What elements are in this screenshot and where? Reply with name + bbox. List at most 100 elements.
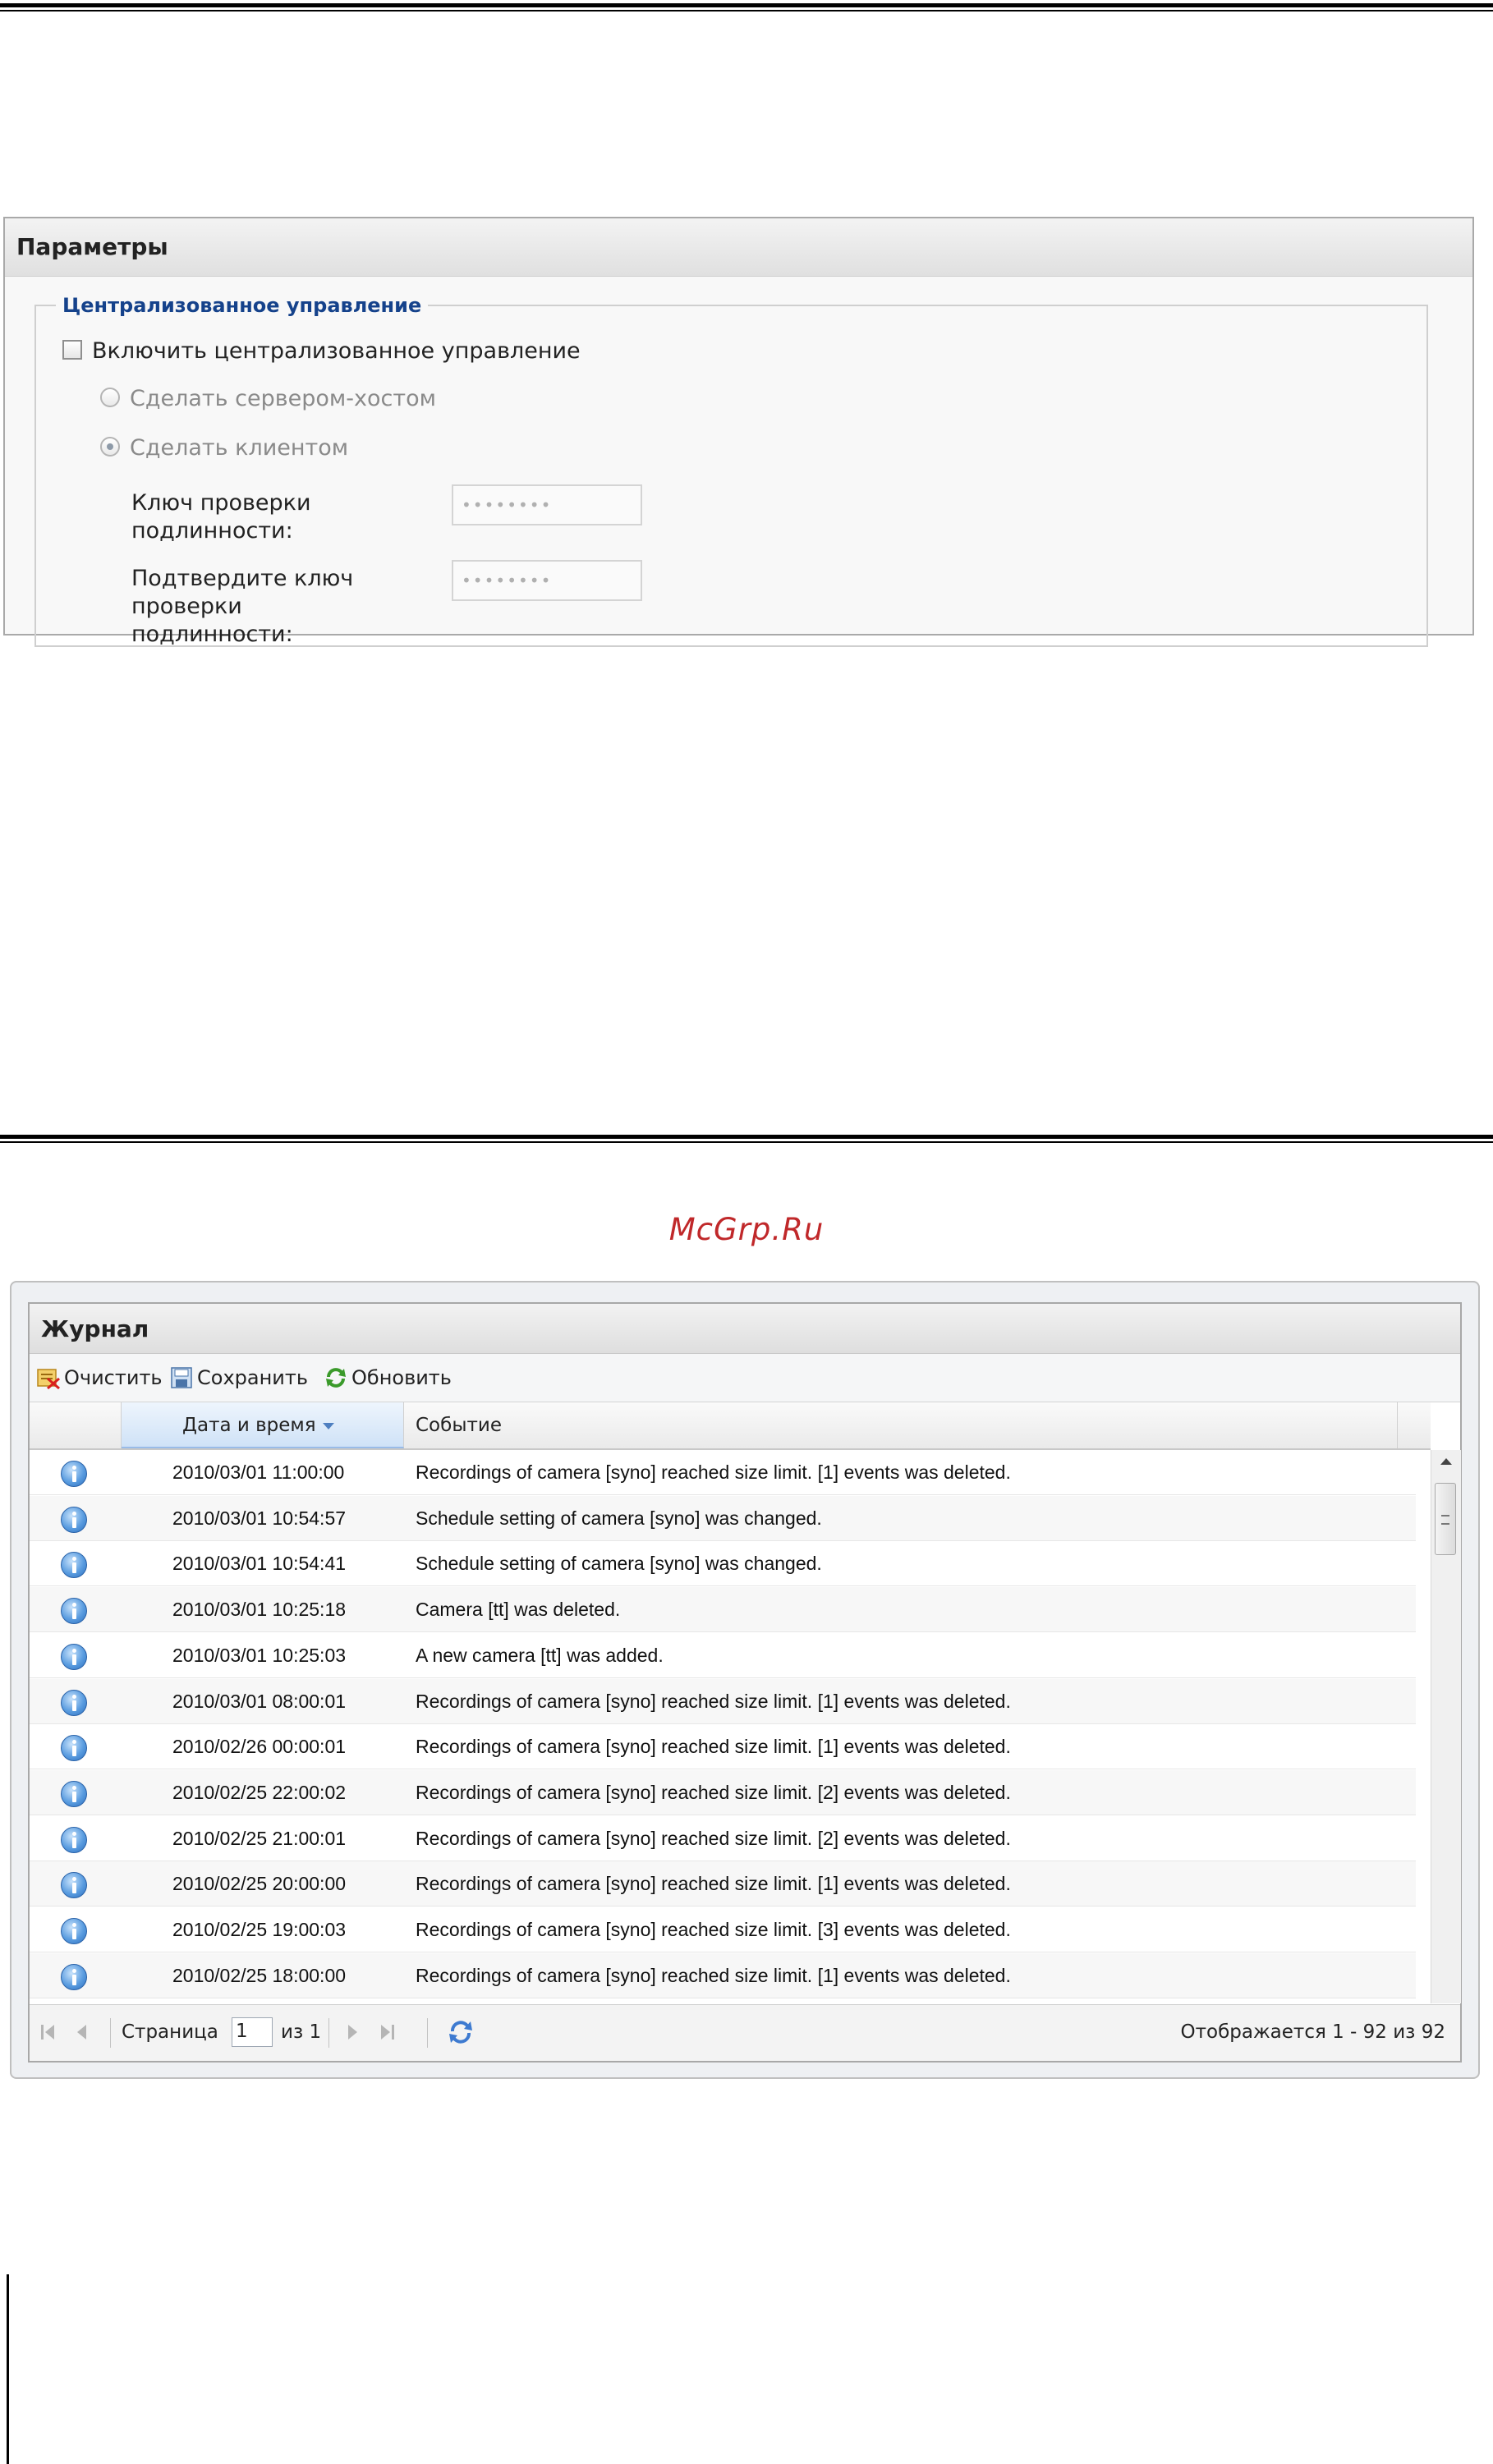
info-icon bbox=[61, 1735, 87, 1762]
row-event: Recordings of camera [syno] reached size… bbox=[416, 1873, 1011, 1895]
table-row[interactable]: 2010/02/25 22:00:02 Recordings of camera … bbox=[30, 1769, 1416, 1815]
top-rule bbox=[0, 3, 1493, 7]
table-row[interactable]: 2010/02/25 21:00:01 Recordings of camera … bbox=[30, 1816, 1416, 1861]
row-datetime: 2010/02/25 18:00:00 bbox=[172, 1964, 347, 1986]
table-row[interactable]: 2010/03/01 08:00:01 Recordings of camera … bbox=[30, 1678, 1416, 1724]
pager-separator bbox=[427, 2018, 428, 2048]
confirm-auth-key-label: Подтвердите ключ проверки подлинности: bbox=[131, 566, 354, 647]
first-page-icon[interactable] bbox=[41, 2023, 59, 2041]
row-event: Recordings of camera [syno] reached size… bbox=[416, 1827, 1011, 1849]
journal-panel-header: Журнал bbox=[30, 1304, 1460, 1354]
make-client-label[interactable]: Сделать клиентом bbox=[130, 435, 348, 461]
info-icon bbox=[61, 1461, 87, 1487]
column-datetime-header[interactable]: Дата и время bbox=[122, 1402, 404, 1448]
page-margin-bar bbox=[7, 2274, 9, 2464]
scroll-up-icon[interactable] bbox=[1440, 1458, 1452, 1465]
table-row[interactable]: 2010/03/01 10:25:18 Camera [tt] was delet… bbox=[30, 1587, 1416, 1633]
middle-rule-thin bbox=[0, 1141, 1493, 1143]
clear-log-icon bbox=[37, 1369, 60, 1390]
save-button[interactable]: Сохранить bbox=[169, 1364, 308, 1392]
pager-refresh-icon[interactable] bbox=[447, 2018, 475, 2046]
journal-panel-title: Журнал bbox=[41, 1315, 149, 1342]
table-row[interactable]: 2010/02/26 00:00:01 Recordings of camera … bbox=[30, 1724, 1416, 1770]
sort-descending-icon bbox=[322, 1422, 334, 1429]
auth-key-label: Ключ проверки подлинности: bbox=[131, 490, 311, 544]
parameters-panel-title: Параметры bbox=[16, 233, 168, 260]
info-icon bbox=[61, 1552, 87, 1579]
table-row[interactable]: 2010/02/25 19:00:03 Recordings of camera … bbox=[30, 1907, 1416, 1952]
confirm-auth-key-field[interactable]: •••••••• bbox=[452, 560, 642, 601]
info-icon bbox=[61, 1506, 87, 1533]
row-event: Recordings of camera [syno] reached size… bbox=[416, 1690, 1011, 1712]
row-datetime: 2010/03/01 10:25:03 bbox=[172, 1644, 347, 1666]
info-icon bbox=[61, 1963, 87, 1990]
top-rule-thin bbox=[0, 10, 1493, 11]
info-icon bbox=[61, 1780, 87, 1807]
row-event: Schedule setting of camera [syno] was ch… bbox=[416, 1553, 822, 1575]
row-datetime: 2010/03/01 10:54:57 bbox=[172, 1507, 347, 1529]
info-icon bbox=[61, 1872, 87, 1899]
row-datetime: 2010/03/01 11:00:00 bbox=[172, 1461, 345, 1483]
table-row[interactable]: 2010/02/25 20:00:00 Recordings of camera … bbox=[30, 1861, 1416, 1907]
info-icon bbox=[61, 1689, 87, 1716]
journal-pager: Страница 1 из 1 Отображается 1 - 92 из 9… bbox=[30, 2004, 1460, 2061]
make-client-radio[interactable] bbox=[100, 437, 120, 457]
column-event-header[interactable]: Событие bbox=[404, 1402, 1398, 1448]
journal-scrollbar[interactable] bbox=[1431, 1450, 1461, 2003]
auth-key-field[interactable]: •••••••• bbox=[452, 484, 642, 525]
row-event: Recordings of camera [syno] reached size… bbox=[416, 1919, 1011, 1940]
row-event: Camera [tt] was deleted. bbox=[416, 1599, 621, 1621]
display-info: Отображается 1 - 92 из 92 bbox=[1180, 2021, 1446, 2043]
central-management-group-title: Централизованное управление bbox=[62, 294, 422, 317]
page-number-input[interactable]: 1 bbox=[232, 2017, 273, 2047]
refresh-icon bbox=[326, 1368, 346, 1388]
table-row[interactable]: 2010/02/25 18:00:00 Recordings of camera … bbox=[30, 1952, 1416, 1998]
refresh-button-label: Обновить bbox=[351, 1366, 452, 1389]
parameters-panel: Параметры Централизованное управление Вк… bbox=[3, 217, 1474, 647]
middle-rule bbox=[0, 1135, 1493, 1139]
info-icon bbox=[61, 1643, 87, 1670]
info-icon bbox=[61, 1918, 87, 1944]
refresh-button[interactable]: Обновить bbox=[324, 1364, 452, 1392]
row-event: Recordings of camera [syno] reached size… bbox=[416, 1736, 1011, 1758]
row-datetime: 2010/02/25 22:00:02 bbox=[172, 1781, 347, 1803]
info-icon bbox=[61, 1598, 87, 1625]
table-row[interactable]: 2010/03/01 11:00:00 Recordings of camera … bbox=[30, 1450, 1416, 1495]
row-datetime: 2010/02/25 21:00:01 bbox=[172, 1827, 347, 1849]
scrollbar-thumb[interactable] bbox=[1435, 1483, 1456, 1555]
row-datetime: 2010/02/25 20:00:00 bbox=[172, 1873, 347, 1895]
next-page-icon[interactable] bbox=[345, 2023, 363, 2041]
table-row[interactable]: 2010/03/01 10:25:03 A new camera [tt] was… bbox=[30, 1633, 1416, 1678]
save-button-label: Сохранить bbox=[197, 1366, 308, 1389]
clear-button[interactable]: Очистить bbox=[36, 1364, 163, 1392]
journal-panel: Журнал Очистить Сохранить Обновить Дата … bbox=[28, 1302, 1462, 2063]
info-icon bbox=[61, 1826, 87, 1853]
table-row[interactable]: 2010/03/01 10:54:57 Schedule setting of c… bbox=[30, 1495, 1416, 1541]
enable-central-management-label[interactable]: Включить централизованное управление bbox=[92, 338, 581, 364]
watermark: McGrp.Ru bbox=[668, 1212, 825, 1247]
row-datetime: 2010/03/01 08:00:01 bbox=[172, 1690, 347, 1712]
last-page-icon[interactable] bbox=[379, 2023, 397, 2041]
make-host-label[interactable]: Сделать сервером-хостом bbox=[130, 386, 436, 411]
row-event: Recordings of camera [syno] reached size… bbox=[416, 1964, 1011, 1986]
table-row[interactable]: 2010/03/01 10:54:41 Schedule setting of c… bbox=[30, 1541, 1416, 1587]
enable-central-management-checkbox[interactable] bbox=[62, 340, 82, 360]
clear-button-label: Очистить bbox=[64, 1366, 163, 1389]
page-count-label: из 1 bbox=[281, 2021, 322, 2043]
row-datetime: 2010/03/01 10:54:41 bbox=[172, 1553, 347, 1575]
prev-page-icon[interactable] bbox=[74, 2023, 92, 2041]
journal-toolbar: Очистить Сохранить Обновить bbox=[30, 1354, 1460, 1402]
row-datetime: 2010/02/26 00:00:01 bbox=[172, 1736, 347, 1758]
journal-column-headers: Дата и время Событие bbox=[30, 1402, 1431, 1450]
row-event: Schedule setting of camera [syno] was ch… bbox=[416, 1507, 822, 1529]
row-event: Recordings of camera [syno] reached size… bbox=[416, 1781, 1011, 1803]
page-label: Страница bbox=[122, 2021, 218, 2043]
journal-panel-frame: Журнал Очистить Сохранить Обновить Дата … bbox=[10, 1281, 1480, 2079]
make-host-radio[interactable] bbox=[100, 388, 120, 407]
row-datetime: 2010/03/01 10:25:18 bbox=[172, 1599, 347, 1621]
row-event: Recordings of camera [syno] reached size… bbox=[416, 1461, 1011, 1483]
row-event: A new camera [tt] was added. bbox=[416, 1644, 664, 1666]
parameters-panel-header: Параметры bbox=[5, 218, 1472, 277]
save-log-icon bbox=[171, 1367, 192, 1388]
pager-separator bbox=[328, 2018, 329, 2048]
